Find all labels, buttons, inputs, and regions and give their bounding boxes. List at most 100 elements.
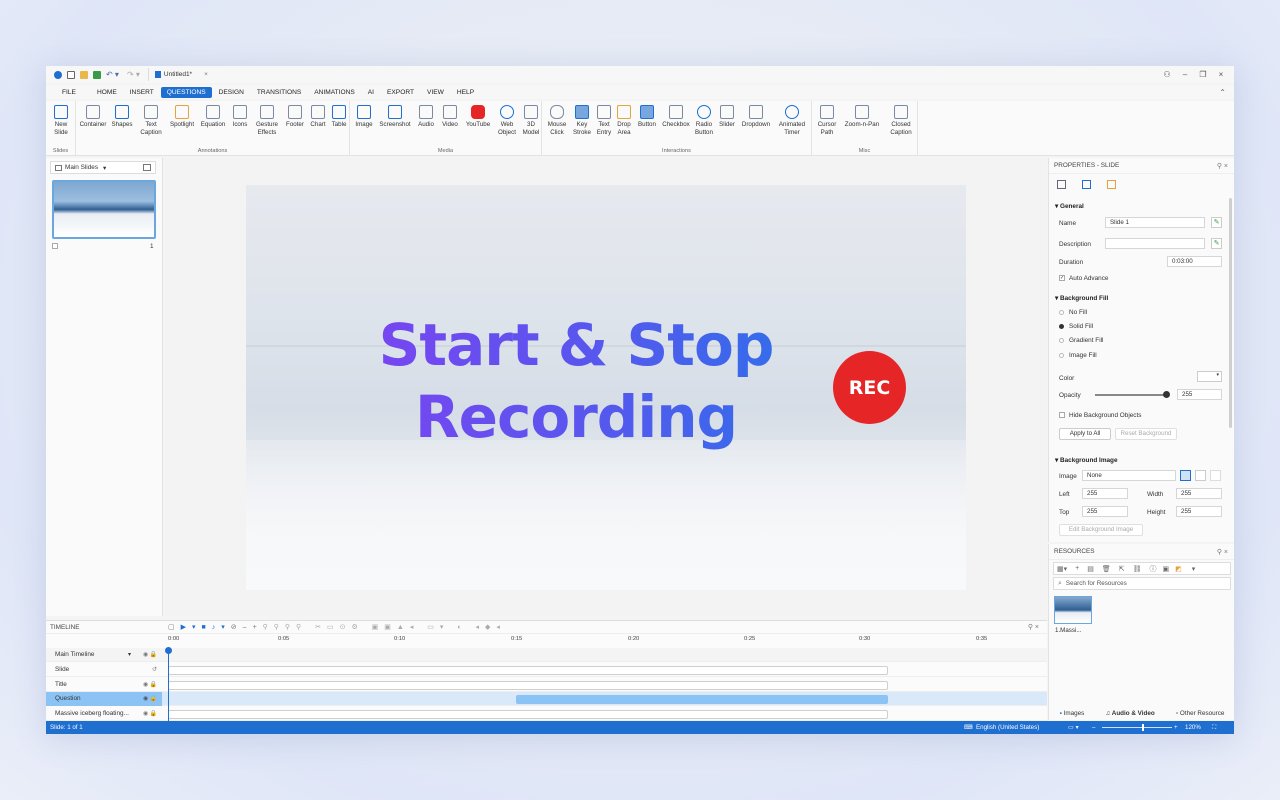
- hide-background-checkbox[interactable]: [1059, 412, 1065, 418]
- resource-folder-icon[interactable]: ◩: [1175, 565, 1182, 573]
- opacity-slider-track[interactable]: [1095, 394, 1167, 396]
- no-fill-radio[interactable]: [1059, 310, 1064, 315]
- row-eye-lock-icons[interactable]: ◉ 🔒: [143, 710, 157, 717]
- tab-other-resource[interactable]: ▫ Other Resource: [1176, 710, 1224, 717]
- fullscreen-icon[interactable]: ⛶: [1212, 724, 1216, 732]
- dropdown-button[interactable]: Dropdown: [738, 105, 774, 129]
- tl-fit-icon[interactable]: ⊘: [231, 624, 243, 631]
- gesture-effects-button[interactable]: Gesture Effects: [252, 105, 282, 137]
- icons-button[interactable]: Icons: [229, 105, 251, 129]
- opacity-slider-thumb[interactable]: [1163, 391, 1170, 398]
- new-file-icon[interactable]: [67, 70, 75, 79]
- row-link-icon[interactable]: ↺: [152, 666, 157, 673]
- shapes-button[interactable]: Shapes: [109, 105, 135, 129]
- collapse-ribbon-icon[interactable]: ⌃: [1219, 88, 1226, 97]
- video-button[interactable]: Video: [438, 105, 462, 129]
- zoom-out-icon[interactable]: –: [1092, 724, 1095, 731]
- menu-help[interactable]: HELP: [451, 87, 480, 98]
- tl-record-icon[interactable]: ■: [202, 624, 212, 631]
- slides-dropdown[interactable]: Main Slides ▾: [50, 161, 156, 174]
- cursor-path-button[interactable]: Cursor Path: [814, 105, 840, 137]
- checkbox-button[interactable]: Checkbox: [660, 105, 692, 129]
- menu-insert[interactable]: INSERT: [124, 87, 160, 98]
- zoom-slider-thumb[interactable]: [1142, 724, 1144, 731]
- account-icon[interactable]: ⚇: [1158, 70, 1176, 79]
- menu-view[interactable]: VIEW: [421, 87, 450, 98]
- close-icon[interactable]: ×: [1212, 70, 1230, 79]
- top-input[interactable]: 255: [1082, 506, 1128, 517]
- slide-select-checkbox[interactable]: [52, 243, 58, 249]
- opacity-input[interactable]: 255: [1177, 389, 1222, 400]
- fit-view-icon[interactable]: ▭ ▾: [1068, 724, 1079, 731]
- open-folder-icon[interactable]: [80, 70, 88, 79]
- youtube-button[interactable]: YouTube: [462, 105, 494, 129]
- background-fill-section[interactable]: ▾ Background Fill: [1055, 294, 1108, 302]
- drop-area-button[interactable]: Drop Area: [614, 105, 634, 137]
- solid-fill-radio[interactable]: [1059, 324, 1064, 329]
- radio-button-button[interactable]: Radio Button: [692, 105, 716, 137]
- text-entry-button[interactable]: Text Entry: [594, 105, 614, 137]
- menu-transitions[interactable]: TRANSITIONS: [251, 87, 307, 98]
- equation-button[interactable]: Equation: [198, 105, 228, 129]
- close-tab-icon[interactable]: ×: [204, 71, 208, 78]
- rec-badge[interactable]: REC: [833, 351, 906, 424]
- resource-link-icon[interactable]: ⛓: [1133, 565, 1142, 573]
- duration-input[interactable]: 0:03:00: [1167, 256, 1222, 267]
- language-status[interactable]: English (United States): [976, 724, 1039, 731]
- view-grid-icon[interactable]: ▦▾: [1057, 565, 1067, 573]
- table-button[interactable]: Table: [329, 105, 349, 129]
- text-caption-button[interactable]: Text Caption: [136, 105, 166, 137]
- minimize-icon[interactable]: –: [1176, 70, 1194, 79]
- add-resource-icon[interactable]: +: [1075, 565, 1079, 572]
- chart-button[interactable]: Chart: [307, 105, 329, 129]
- undo-icon[interactable]: ↶ ▾: [106, 70, 119, 79]
- screenshot-button[interactable]: Screenshot: [376, 105, 414, 129]
- tl-view-icon[interactable]: ▢: [168, 624, 181, 631]
- color-picker[interactable]: ▾: [1197, 371, 1222, 382]
- new-slide-button[interactable]: New Slide: [50, 105, 72, 137]
- image-button[interactable]: Image: [352, 105, 376, 129]
- menu-animations[interactable]: ANIMATIONS: [308, 87, 361, 98]
- slider-button[interactable]: Slider: [716, 105, 738, 129]
- container-button[interactable]: Container: [78, 105, 108, 129]
- button-button[interactable]: Button: [634, 105, 660, 129]
- timeline-row-slide[interactable]: Slide ↺: [46, 663, 1047, 677]
- effects-props-tab-icon[interactable]: [1107, 180, 1116, 189]
- width-input[interactable]: 255: [1176, 488, 1222, 499]
- delete-image-icon[interactable]: [1210, 470, 1221, 481]
- tab-audio-video[interactable]: ♫ Audio & Video: [1106, 710, 1155, 717]
- web-object-button[interactable]: Web Object: [494, 105, 520, 137]
- name-input[interactable]: Slide 1: [1105, 217, 1205, 228]
- timeline-row-title[interactable]: Title ◉ 🔒: [46, 678, 1047, 692]
- pin-close-icons[interactable]: ⚲ ×: [1217, 162, 1228, 170]
- slide-canvas[interactable]: Start & Stop Recording REC: [246, 185, 966, 590]
- edit-description-icon[interactable]: ✎: [1211, 238, 1222, 249]
- tl-tools-icons[interactable]: ⚲⚲⚲⚲ ✂▭⊙⚙ ▣▣▲◂ ▭▾ ◐ ◂◆◂: [263, 624, 506, 631]
- slide-track-bar[interactable]: [168, 666, 888, 675]
- height-input[interactable]: 255: [1176, 506, 1222, 517]
- menu-home[interactable]: HOME: [91, 87, 123, 98]
- menu-file[interactable]: FILE: [56, 87, 82, 98]
- slide-view-icon[interactable]: [143, 164, 151, 171]
- style-props-tab-icon[interactable]: [1082, 180, 1091, 189]
- resources-search[interactable]: ⌕ Search for Resources: [1053, 577, 1231, 590]
- audio-button[interactable]: Audio: [414, 105, 438, 129]
- auto-advance-checkbox[interactable]: ✓: [1059, 275, 1065, 281]
- 3d-model-button[interactable]: 3D Model: [520, 105, 542, 137]
- resources-pin-close-icons[interactable]: ⚲ ×: [1217, 548, 1228, 556]
- resource-thumbnail[interactable]: [1054, 596, 1092, 624]
- resource-menu-icon[interactable]: ▾: [1192, 565, 1196, 573]
- image-fill-radio[interactable]: [1059, 353, 1064, 358]
- tl-audio-icon[interactable]: ♪▾: [212, 624, 231, 631]
- timeline-row-question[interactable]: Question ◉ 🔒: [46, 692, 1047, 706]
- menu-questions[interactable]: QUESTIONS: [160, 86, 212, 98]
- tl-zoom-in-icon[interactable]: +: [253, 624, 263, 631]
- zoom-slider[interactable]: [1102, 727, 1172, 728]
- row-eye-lock-icons[interactable]: ◉ 🔒: [143, 695, 157, 702]
- menu-ai[interactable]: AI: [362, 87, 380, 98]
- document-tab[interactable]: Untitled1* ×: [147, 68, 214, 81]
- footer-button[interactable]: Footer: [283, 105, 307, 129]
- timeline-pin-close-icons[interactable]: ⚲ ×: [1028, 623, 1039, 631]
- resource-preview-icon[interactable]: ▣: [1163, 565, 1170, 573]
- main-timeline-dropdown-icon[interactable]: ▾: [128, 651, 131, 658]
